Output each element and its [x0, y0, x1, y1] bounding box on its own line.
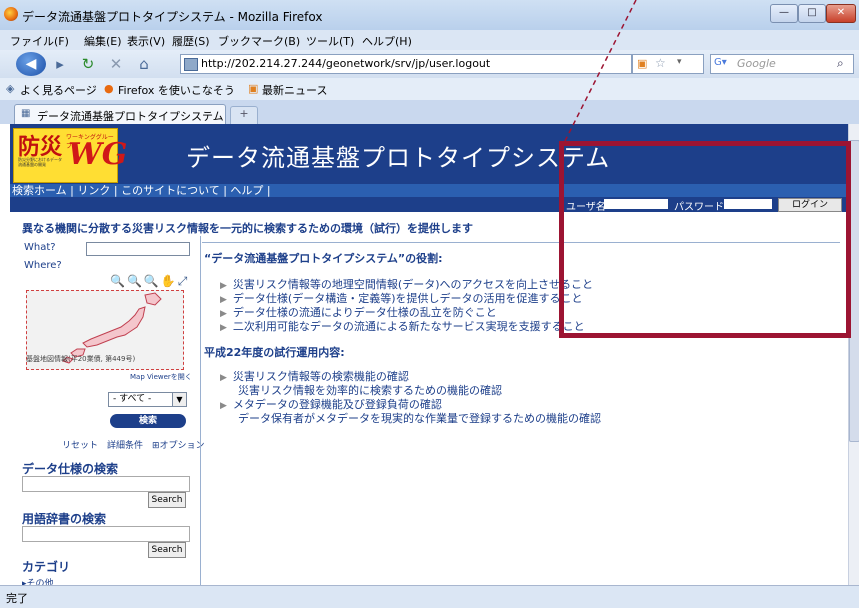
highlight-box: [559, 141, 851, 338]
